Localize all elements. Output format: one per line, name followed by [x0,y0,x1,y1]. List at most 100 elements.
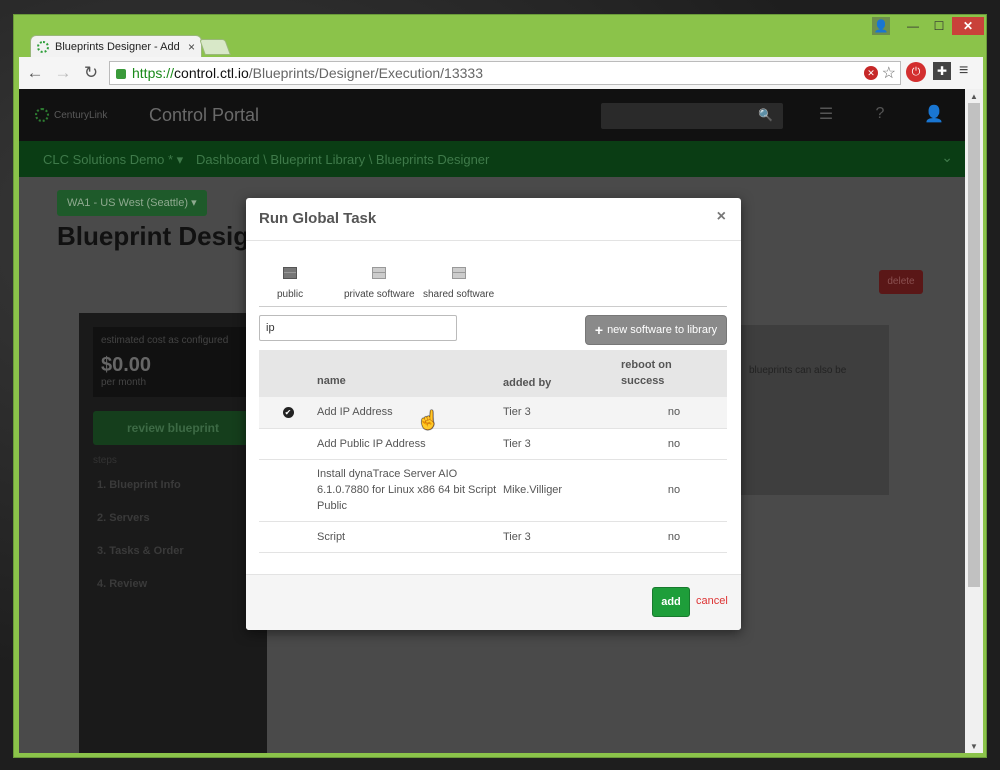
info-panel: blueprints can also be [739,325,889,495]
row-added-by: Tier 3 [503,397,621,429]
help-icon[interactable]: ? [869,103,891,125]
tab-title: Blueprints Designer - Add [55,40,180,53]
extension-power-icon[interactable]: ⏻ [906,62,926,82]
global-search-input[interactable]: 🔍 [601,103,783,129]
delete-button[interactable]: delete [879,270,923,294]
account-user-icon[interactable]: 👤 [923,103,945,125]
bookmark-star-icon[interactable]: ☆ [882,63,896,83]
cancel-link[interactable]: cancel [696,595,728,607]
centurylink-favicon-icon [37,40,49,53]
name-column-header[interactable]: name [317,350,503,397]
table-row[interactable]: Install dynaTrace Server AIO 6.1.0.7880 … [259,459,727,522]
reboot-column-header[interactable]: reboot on success [621,350,727,397]
dialog-footer: add cancel [246,574,741,630]
row-select-cell[interactable]: ✔ [259,397,317,429]
breadcrumb[interactable]: Dashboard \ Blueprint Library \ Blueprin… [196,152,489,167]
cost-value: $0.00 [101,354,152,376]
chevron-down-icon[interactable]: ⌄ [941,149,953,166]
software-table: name added by reboot on success ✔ Add IP… [259,350,727,553]
dialog-title: Run Global Task [259,210,377,227]
new-software-button[interactable]: + new software to library [585,315,727,345]
table-row[interactable]: Script Tier 3 no [259,521,727,553]
step-review[interactable]: 4. Review [97,578,147,590]
box-icon [451,267,466,279]
software-filter-input[interactable] [259,315,457,341]
tab-label: shared software [423,289,495,300]
scroll-up-arrow-icon[interactable]: ▲ [965,89,983,103]
checkmark-icon: ✔ [282,407,294,419]
new-software-label: new software to library [607,324,718,336]
url-scheme: https:// [132,65,175,81]
row-reboot: no [621,521,727,553]
step-tasks-order[interactable]: 3. Tasks & Order [97,545,184,557]
row-name: Script [317,521,503,553]
tab-public[interactable]: public [277,262,303,300]
logo-mark-icon [35,108,49,122]
table-row[interactable]: ✔ Add IP Address Tier 3 no [259,397,727,429]
forward-arrow-icon[interactable]: → [51,61,75,85]
app-header: CenturyLink Control Portal 🔍 ☰ ? 👤 [19,89,965,141]
servers-menu-icon[interactable]: ☰ [815,103,837,125]
info-text: blueprints can also be [749,365,847,376]
region-selector[interactable]: WA1 - US West (Seattle) ▾ [57,190,207,216]
plus-icon: + [594,322,604,338]
added-by-column-header[interactable]: added by [503,350,621,397]
blocked-content-icon[interactable]: ✕ [864,66,878,80]
row-name: Add Public IP Address [317,428,503,460]
account-selector[interactable]: CLC Solutions Demo * ▾ [43,152,183,168]
blueprint-sidebar: estimated cost as configured $0.00 per m… [79,313,267,753]
box-icon [372,267,387,279]
close-window-button[interactable]: ✕ [952,17,984,35]
row-reboot: no [621,397,727,429]
reload-icon[interactable]: ↻ [79,61,103,85]
lock-icon [116,69,126,79]
minimize-button[interactable]: — [900,17,926,35]
table-header-row: name added by reboot on success [259,350,727,397]
step-servers[interactable]: 2. Servers [97,512,150,524]
step-blueprint-info[interactable]: 1. Blueprint Info [97,479,181,491]
row-select-cell[interactable] [259,521,317,553]
cost-label: estimated cost as configured [101,335,229,346]
scroll-down-arrow-icon[interactable]: ▼ [965,739,983,753]
address-bar[interactable]: https:// control.ctl.io /Blueprints/Desi… [109,61,901,85]
add-button[interactable]: add [652,587,690,617]
review-blueprint-button[interactable]: review blueprint [93,411,253,445]
back-arrow-icon[interactable]: ← [23,61,47,85]
centurylink-logo[interactable]: CenturyLink [35,108,107,122]
archive-box-icon [283,267,298,279]
scroll-thumb[interactable] [968,103,980,587]
portal-title: Control Portal [149,105,260,125]
row-reboot: no [621,428,727,460]
row-added-by: Tier 3 [503,521,621,553]
row-reboot: no [621,459,727,522]
maximize-button[interactable]: ☐ [926,17,952,35]
browser-menu-icon[interactable]: ≡ [959,62,968,80]
title-bar: Blueprints Designer - Add × 👤 — ☐ ✕ [14,15,986,57]
user-profile-icon[interactable]: 👤 [872,17,890,35]
url-path: /Blueprints/Designer/Execution/13333 [248,65,483,81]
brand-name: CenturyLink [54,109,108,121]
tab-shared-software[interactable]: shared software [423,262,494,300]
steps-label: steps [93,455,117,466]
library-tabs: public private software shared software [259,262,727,307]
browser-tab[interactable]: Blueprints Designer - Add × [30,35,202,57]
cost-summary: estimated cost as configured $0.00 per m… [93,327,253,397]
dialog-header: Run Global Task × [246,198,741,241]
reboot-column-label: reboot on success [621,359,672,387]
tab-private-software[interactable]: private software [344,262,415,300]
row-select-cell[interactable] [259,459,317,522]
close-icon[interactable]: × [717,208,726,226]
search-icon: 🔍 [758,108,773,122]
tab-close-icon[interactable]: × [188,40,195,54]
new-tab-button[interactable] [199,39,231,55]
row-name: Install dynaTrace Server AIO 6.1.0.7880 … [317,459,503,522]
cost-unit: per month [101,377,147,388]
page-scrollbar[interactable]: ▲ ▼ [965,89,983,753]
run-global-task-dialog: Run Global Task × public private softwar… [246,198,741,630]
table-row[interactable]: Add Public IP Address Tier 3 no [259,428,727,460]
row-name: Add IP Address [317,397,503,429]
row-added-by: Mike.Villiger [503,459,621,522]
tab-label: private software [344,289,415,300]
extension-puzzle-icon[interactable]: ✚ [933,62,951,80]
row-select-cell[interactable] [259,428,317,460]
